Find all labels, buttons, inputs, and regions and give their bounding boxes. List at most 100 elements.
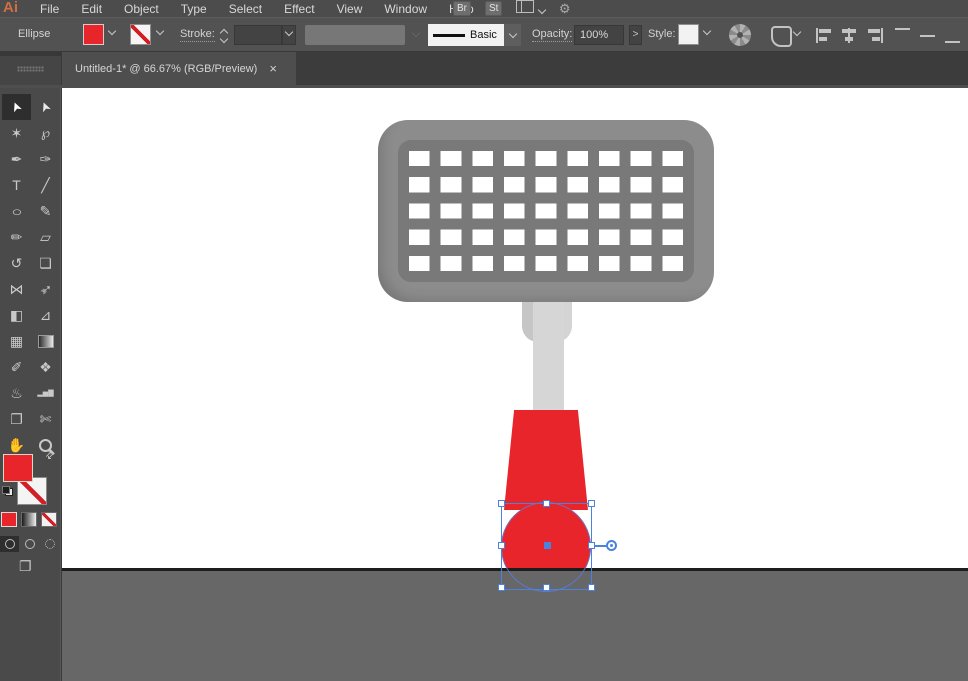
opacity-field[interactable]: 100% — [574, 25, 624, 45]
column-graph-tool[interactable]: ▂▅▇ — [31, 380, 60, 406]
horizontal-align-right-icon[interactable] — [865, 28, 884, 43]
menu-type[interactable]: Type — [181, 2, 207, 16]
artboard-canvas[interactable] — [62, 88, 968, 681]
menu-file[interactable]: File — [40, 2, 59, 16]
handle-top-left[interactable] — [498, 500, 505, 507]
graphic-style-swatch[interactable] — [678, 24, 699, 45]
masher-handle-shape[interactable] — [504, 410, 588, 510]
stroke-weight-stepper[interactable] — [218, 25, 230, 45]
menu-view[interactable]: View — [337, 2, 363, 16]
bridge-button[interactable]: Br — [453, 1, 471, 16]
handle-middle-right[interactable] — [588, 542, 595, 549]
color-button[interactable] — [1, 512, 17, 527]
line-segment-tool[interactable]: ╱ — [31, 172, 60, 198]
handle-top-right[interactable] — [588, 500, 595, 507]
rotate-tool[interactable]: ↺ — [2, 250, 31, 276]
symbol-sprayer-tool[interactable]: ♨ — [2, 380, 31, 406]
scale-tool[interactable]: ❏ — [31, 250, 60, 276]
handle-bottom-center[interactable] — [543, 584, 550, 591]
shape-builder-tool[interactable]: ◧ — [2, 302, 31, 328]
masher-head-shape[interactable] — [378, 120, 714, 302]
handle-bottom-right[interactable] — [588, 584, 595, 591]
curvature-tool[interactable]: ✑ — [31, 146, 60, 172]
mesh-tool[interactable]: ▦ — [2, 328, 31, 354]
none-button[interactable] — [41, 512, 57, 527]
type-tool[interactable]: T — [2, 172, 31, 198]
artboard-tool[interactable]: ❐ — [2, 406, 31, 432]
shaper-tool[interactable]: ✏ — [2, 224, 31, 250]
draw-normal-icon — [4, 539, 15, 549]
chevron-down-icon[interactable] — [792, 27, 802, 37]
fill-indicator[interactable] — [3, 454, 33, 482]
ellipse-tool[interactable]: ○ — [2, 198, 31, 224]
shaper-tool-icon: ✏ — [10, 228, 23, 245]
width-tool[interactable]: ⋈ — [2, 276, 31, 302]
chevron-down-icon — [411, 28, 421, 38]
handle-middle-left[interactable] — [498, 542, 505, 549]
stroke-weight-dropdown[interactable] — [282, 25, 296, 45]
recolor-artwork-icon[interactable] — [729, 24, 751, 46]
close-icon[interactable]: × — [269, 62, 277, 75]
stroke-chevron-icon[interactable] — [155, 26, 165, 36]
direct-selection-tool[interactable]: ➤ — [31, 94, 60, 120]
default-fill-stroke-icon[interactable] — [2, 486, 13, 496]
horizontal-align-left-icon[interactable] — [815, 28, 834, 43]
stroke-weight-field[interactable] — [234, 25, 282, 45]
horizontal-align-center-icon[interactable] — [840, 28, 859, 43]
workspace-switcher[interactable] — [516, 0, 547, 18]
draw-behind-mode-button[interactable] — [20, 536, 39, 552]
vertical-align-top-icon[interactable] — [894, 28, 913, 43]
stroke-color-swatch[interactable] — [130, 24, 151, 45]
stroke-panel-link[interactable]: Stroke: — [180, 28, 215, 42]
magic-wand-tool-icon: ✶ — [10, 124, 23, 141]
handle-bottom-left[interactable] — [498, 584, 505, 591]
opacity-flyout-button[interactable]: > — [629, 25, 642, 45]
toolbar-panel-header[interactable] — [0, 52, 62, 88]
menu-select[interactable]: Select — [229, 2, 262, 16]
handle-top-center[interactable] — [543, 500, 550, 507]
document-title: Untitled-1* @ 66.67% (RGB/Preview) — [75, 62, 258, 75]
eyedropper-tool[interactable]: ✐ — [2, 354, 31, 380]
menu-window[interactable]: Window — [384, 2, 427, 16]
menu-object[interactable]: Object — [124, 2, 159, 16]
vertical-align-top-icon-part — [895, 28, 910, 30]
pen-tool[interactable]: ✒ — [2, 146, 31, 172]
document-tab[interactable]: Untitled-1* @ 66.67% (RGB/Preview) × — [62, 52, 296, 85]
gradient-button[interactable] — [21, 512, 37, 527]
perspective-grid-tool[interactable]: ⊿ — [31, 302, 60, 328]
gear-icon[interactable]: ⚙ — [559, 1, 571, 17]
brush-definition-dropdown[interactable]: Basic — [428, 24, 504, 46]
fill-chevron-icon[interactable] — [107, 26, 117, 36]
slice-tool-icon: ✄ — [39, 410, 52, 427]
vertical-align-center-icon[interactable] — [919, 28, 938, 43]
draw-inside-mode-button[interactable] — [40, 536, 59, 552]
width-profile-dropdown[interactable] — [305, 25, 421, 45]
gradient-tool[interactable] — [31, 328, 60, 354]
horizontal-align-right-icon-part — [872, 37, 880, 41]
magic-wand-tool[interactable]: ✶ — [2, 120, 31, 146]
artboard-tool-icon: ❐ — [10, 410, 23, 427]
selection-center-point[interactable] — [544, 542, 551, 549]
selection-tool[interactable]: ➤ — [2, 94, 31, 120]
opacity-panel-link[interactable]: Opacity: — [532, 28, 573, 42]
vertical-align-bottom-icon[interactable] — [944, 28, 963, 43]
screen-mode-icon[interactable]: ❐ — [19, 558, 32, 575]
puppet-warp-tool[interactable]: ➳ — [31, 276, 60, 302]
eraser-tool[interactable]: ▱ — [31, 224, 60, 250]
menu-effect[interactable]: Effect — [284, 2, 314, 16]
lasso-tool[interactable]: ℘ — [31, 120, 60, 146]
width-tool-icon: ⋈ — [9, 280, 24, 297]
brush-dropdown-button[interactable] — [504, 24, 521, 46]
draw-normal-mode-button[interactable] — [0, 536, 19, 552]
stock-button[interactable]: St — [485, 1, 503, 16]
shape-properties-icon[interactable] — [771, 26, 792, 47]
menu-edit[interactable]: Edit — [81, 2, 102, 16]
stepper-down-icon — [219, 34, 229, 44]
style-chevron-icon[interactable] — [702, 26, 712, 36]
fill-color-swatch[interactable] — [83, 24, 104, 45]
paintbrush-tool[interactable]: ✎ — [31, 198, 60, 224]
blend-tool[interactable]: ❖ — [31, 354, 60, 380]
masher-shaft-shape[interactable] — [533, 302, 564, 412]
pie-angle-widget[interactable] — [606, 540, 617, 551]
slice-tool[interactable]: ✄ — [31, 406, 60, 432]
